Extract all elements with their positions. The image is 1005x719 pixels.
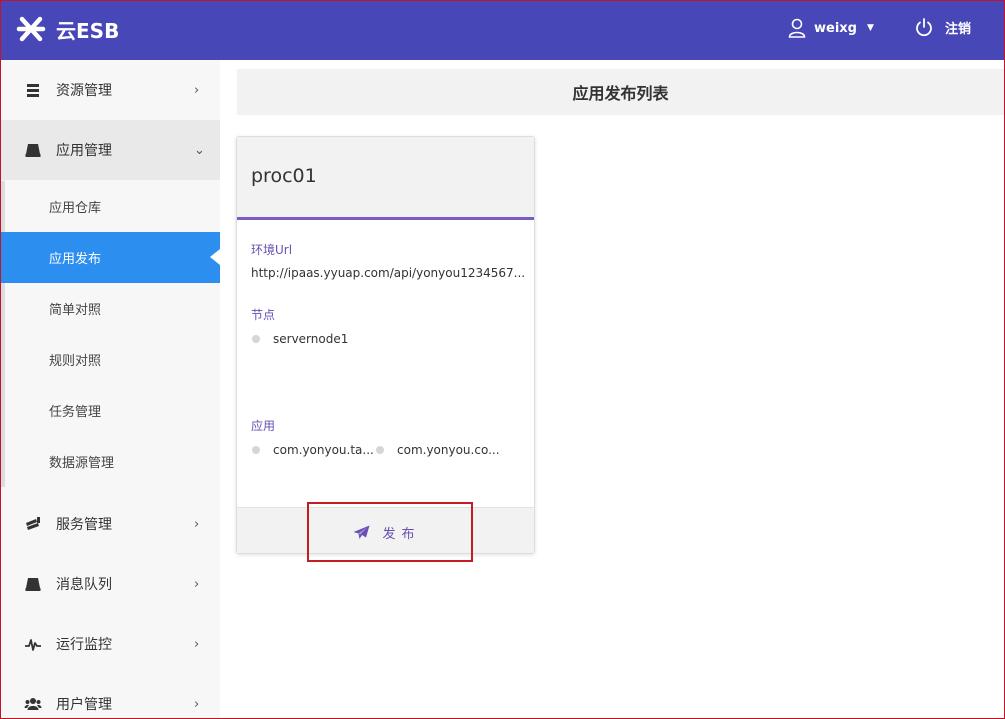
sidebar-subitem-rule-mapping[interactable]: 规则对照 [0,334,220,385]
logout-label: 注销 [945,22,972,37]
card-title: proc01 [251,165,317,187]
sidebar-subitem-app-repo[interactable]: 应用仓库 [0,181,220,232]
chevron-right-icon: › [194,636,200,652]
chevron-right-icon: › [194,696,200,712]
chevron-right-icon: › [194,516,200,532]
logo-icon [16,16,46,42]
sidebar-subitem-label: 应用发布 [49,252,102,267]
sidebar-subitem-label: 数据源管理 [49,456,115,471]
dot-icon [376,446,384,454]
sidebar-subitem-app-publish[interactable]: 应用发布 [0,232,220,283]
app-name: com.yonyou.co... [397,443,500,457]
chevron-right-icon: › [194,576,200,592]
sidebar-item-app[interactable]: 应用管理 ⌄ [0,120,220,180]
logo-text: 云ESB [56,18,120,43]
sidebar-item-label: 消息队列 [56,577,112,593]
app-item: com.yonyou.ta... [252,443,374,457]
env-url-label: 环境Url [251,243,293,257]
sidebar-item-users[interactable]: 用户管理 › [0,674,220,719]
node-item: servernode1 [252,332,348,346]
stack-icon [27,84,39,97]
chevron-down-icon: ⌄ [194,142,205,158]
sidebar-subitem-task-management[interactable]: 任务管理 [0,385,220,436]
app-item: com.yonyou.co... [376,443,500,457]
sidebar-item-message-queue[interactable]: 消息队列 › [0,554,220,614]
sidebar-item-label: 资源管理 [56,83,112,99]
node-name: servernode1 [273,332,349,346]
power-icon [916,18,932,37]
logout-button[interactable]: 注销 [915,18,971,37]
sidebar-subitem-label: 简单对照 [49,303,102,318]
sidebar-item-resource[interactable]: 资源管理 › [0,60,220,120]
sidebar-item-label: 应用管理 [56,143,112,159]
sidebar-subitem-simple-mapping[interactable]: 简单对照 [0,283,220,334]
chevron-right-icon: › [194,82,200,98]
sidebar-item-label: 运行监控 [56,637,112,653]
users-icon [24,698,42,710]
logo[interactable]: 云ESB [16,14,119,44]
page-title: 应用发布列表 [237,69,1004,115]
app-label: 应用 [251,419,276,433]
dot-icon [252,446,260,454]
sidebar: 资源管理 › 应用管理 ⌄ 应用仓库 应用发布 简单对照 规则对照 任务管理 数… [0,60,220,719]
sidebar-item-label: 用户管理 [56,697,112,713]
sidebar-item-monitoring[interactable]: 运行监控 › [0,614,220,674]
node-label: 节点 [251,308,276,322]
app-card: proc01 环境Url http://ipaas.yyuap.com/api/… [236,136,535,554]
sidebar-item-service[interactable]: 服务管理 › [0,494,220,554]
top-header: 云ESB weixg ▼ 注销 [0,0,1005,60]
card-header: proc01 [237,137,534,220]
sidebar-item-label: 服务管理 [56,517,112,533]
env-url-value: http://ipaas.yyuap.com/api/yonyou1234567… [251,266,526,280]
drive-icon [25,144,41,157]
app-name: com.yonyou.ta... [273,443,374,457]
server-stack-icon [26,517,40,530]
pulse-icon [25,639,41,651]
drive-icon [25,578,41,591]
caret-down-icon: ▼ [866,23,874,33]
highlight-box [307,502,473,562]
username: weixg [814,20,857,36]
sidebar-subitem-label: 规则对照 [49,354,102,369]
sidebar-subitem-datasource-management[interactable]: 数据源管理 [0,436,220,487]
user-icon [788,18,806,38]
sidebar-subitem-label: 任务管理 [49,405,102,420]
sidebar-subitem-label: 应用仓库 [49,201,102,216]
dot-icon [252,335,260,343]
user-menu[interactable]: weixg ▼ [788,18,874,38]
